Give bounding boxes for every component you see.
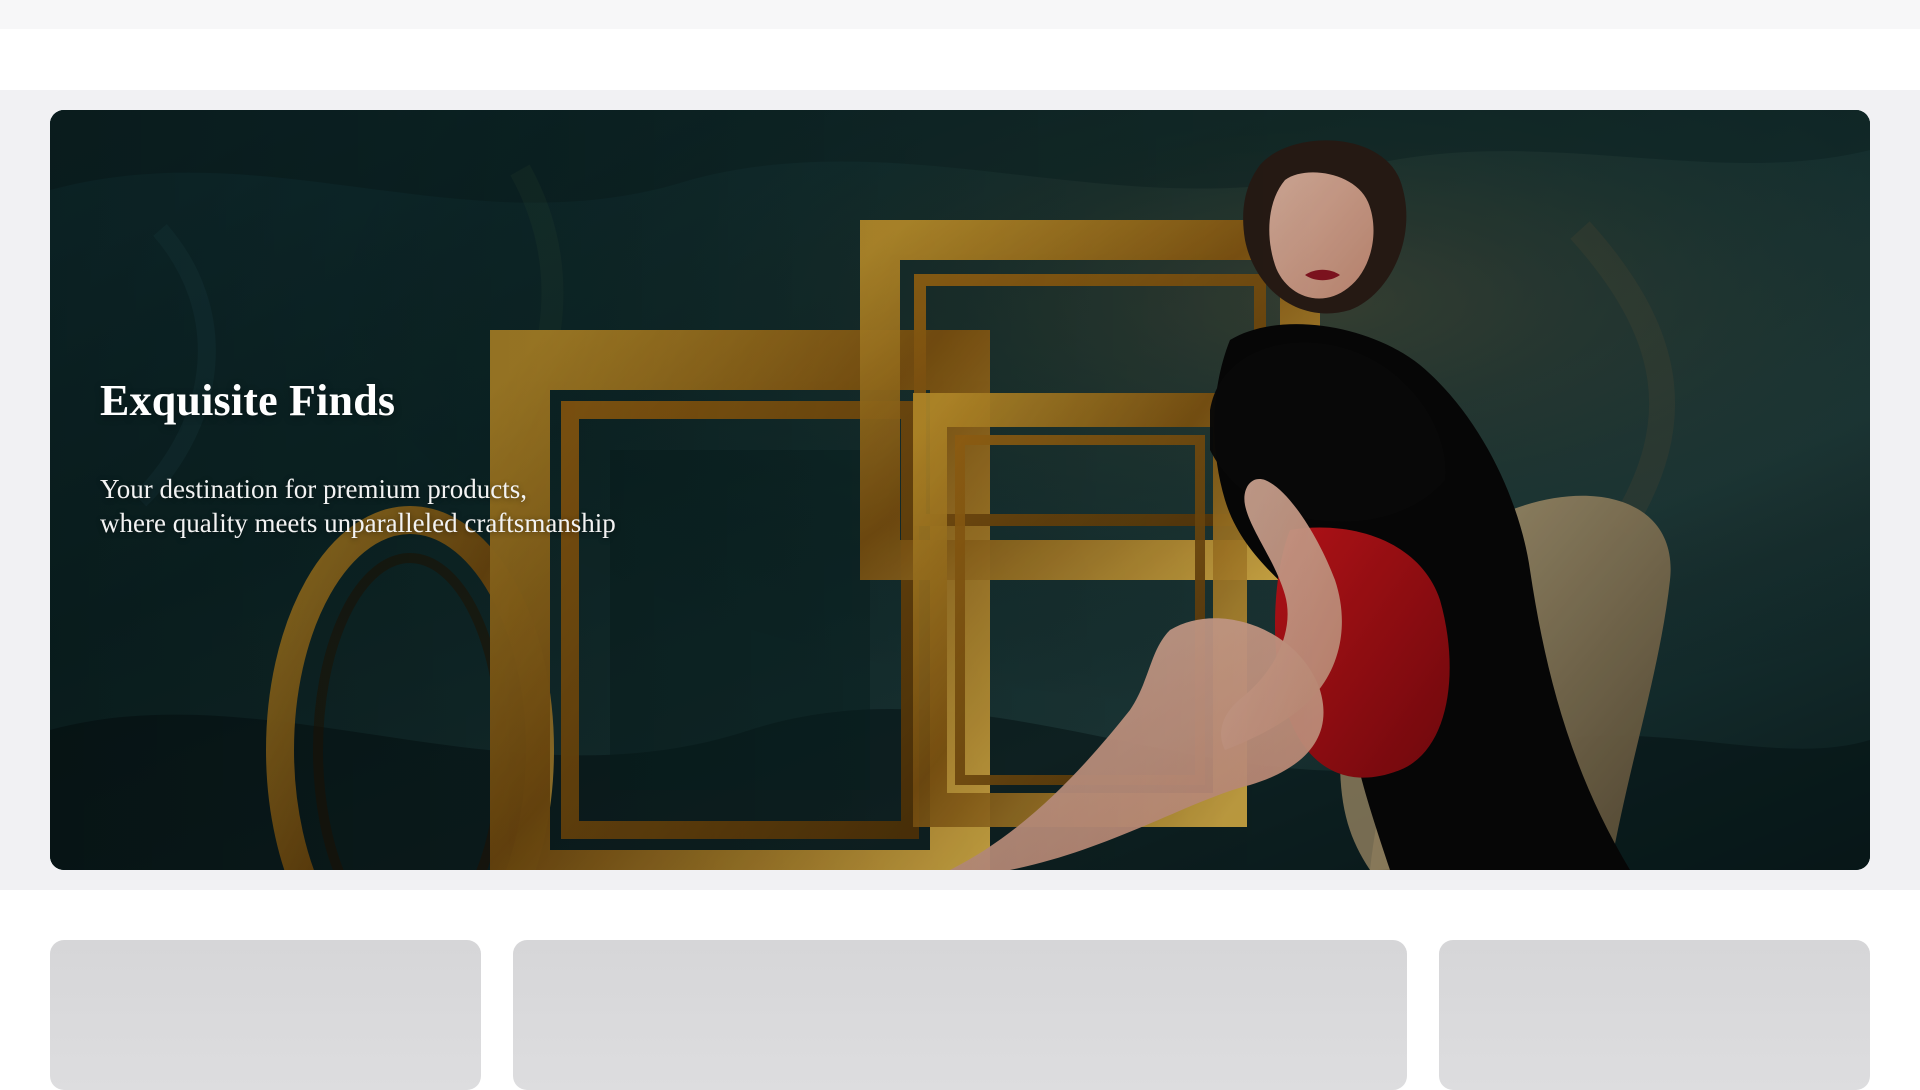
hero-subtitle-line-1: Your destination for premium products, <box>100 474 527 504</box>
featured-card-3[interactable] <box>1439 940 1870 1090</box>
featured-card-1[interactable] <box>50 940 481 1090</box>
hero-subtitle-line-2: where quality meets unparalleled craftsm… <box>100 508 616 538</box>
hero-section: Exquisite Finds Your destination for pre… <box>0 90 1920 890</box>
hero-banner[interactable]: Exquisite Finds Your destination for pre… <box>50 110 1870 870</box>
featured-card-2[interactable] <box>513 940 1407 1090</box>
site-header <box>0 29 1920 90</box>
featured-cards <box>0 890 1920 1090</box>
hero-title: Exquisite Finds <box>100 376 396 425</box>
hero-subtitle: Your destination for premium products, w… <box>100 472 780 540</box>
top-utility-bar <box>0 0 1920 29</box>
